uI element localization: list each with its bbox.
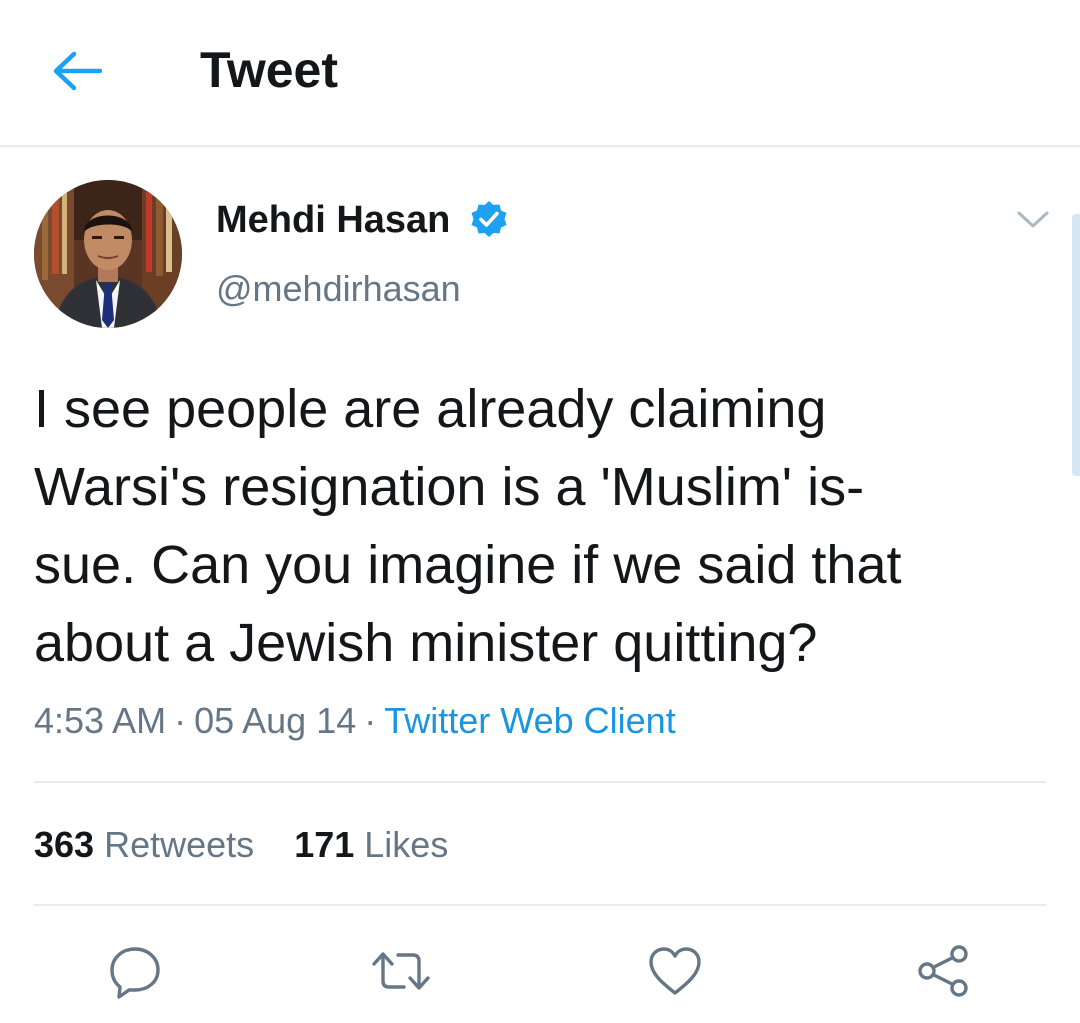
top-app-bar: Tweet bbox=[0, 0, 1080, 147]
share-icon bbox=[918, 945, 968, 997]
tweet-date: 05 Aug 14 bbox=[194, 700, 357, 741]
separator: · bbox=[174, 700, 187, 741]
retweet-button[interactable] bbox=[370, 940, 432, 1002]
profile-photo bbox=[34, 180, 182, 328]
retweets-stat[interactable]: 363 Retweets bbox=[34, 822, 254, 868]
arrow-left-icon bbox=[53, 51, 102, 91]
likes-count: 171 bbox=[294, 824, 355, 865]
retweet-icon bbox=[372, 952, 430, 990]
reply-icon bbox=[110, 947, 160, 999]
retweets-label: Retweets bbox=[104, 824, 255, 865]
verified-badge-icon bbox=[471, 201, 507, 237]
divider bbox=[34, 904, 1046, 906]
separator: · bbox=[364, 700, 377, 741]
tweet-stats: 363 Retweets 171 Likes bbox=[34, 822, 448, 868]
author-name[interactable]: Mehdi Hasan bbox=[216, 197, 450, 243]
tweet-text-line: Warsi's resignation is a 'Muslim' is- bbox=[34, 457, 865, 517]
tweet-menu-button[interactable] bbox=[1012, 202, 1054, 238]
page-title: Tweet bbox=[200, 42, 338, 98]
like-icon bbox=[649, 947, 701, 995]
author-handle[interactable]: @mehdirhasan bbox=[216, 266, 461, 312]
divider bbox=[34, 781, 1046, 783]
likes-label: Likes bbox=[364, 824, 449, 865]
scrollbar[interactable] bbox=[1072, 214, 1080, 476]
tweet-client-link[interactable]: Twitter Web Client bbox=[384, 700, 675, 741]
tweet-text-line: sue. Can you imagine if we said that bbox=[34, 535, 902, 595]
tweet-metadata: 4:53 AM · 05 Aug 14 · Twitter Web Client bbox=[34, 698, 676, 744]
like-button[interactable] bbox=[644, 940, 706, 1002]
likes-stat[interactable]: 171 Likes bbox=[294, 822, 448, 868]
reply-button[interactable] bbox=[104, 940, 166, 1002]
chevron-down-icon bbox=[1017, 211, 1049, 228]
share-button[interactable] bbox=[912, 940, 974, 1002]
avatar[interactable] bbox=[34, 180, 182, 328]
tweet-text-line: about a Jewish minister quitting? bbox=[34, 613, 818, 673]
tweet-text-line: I see people are already claiming bbox=[34, 379, 827, 439]
tweet-text: I see people are already claiming Warsi'… bbox=[34, 370, 1034, 682]
tweet-time: 4:53 AM bbox=[34, 700, 167, 741]
back-button[interactable] bbox=[48, 42, 106, 100]
retweets-count: 363 bbox=[34, 824, 95, 865]
